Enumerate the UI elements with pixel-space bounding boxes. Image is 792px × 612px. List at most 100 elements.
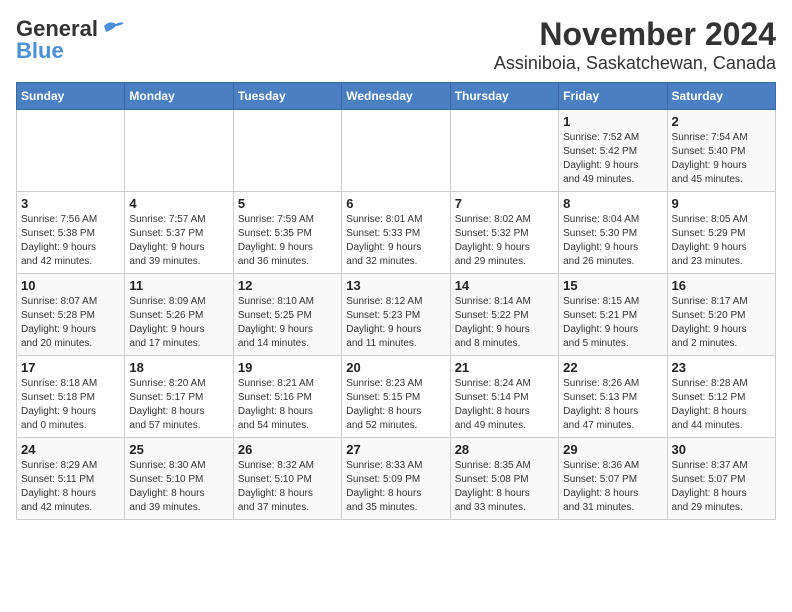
day-number: 6 xyxy=(346,196,445,211)
calendar-cell: 29Sunrise: 8:36 AM Sunset: 5:07 PM Dayli… xyxy=(559,438,667,520)
day-info: Sunrise: 8:09 AM Sunset: 5:26 PM Dayligh… xyxy=(129,295,228,351)
calendar-cell: 1Sunrise: 7:52 AM Sunset: 5:42 PM Daylig… xyxy=(559,110,667,192)
day-number: 16 xyxy=(672,278,771,293)
day-info: Sunrise: 8:01 AM Sunset: 5:33 PM Dayligh… xyxy=(346,213,445,269)
day-number: 25 xyxy=(129,442,228,457)
calendar-week-3: 10Sunrise: 8:07 AM Sunset: 5:28 PM Dayli… xyxy=(17,274,776,356)
day-number: 24 xyxy=(21,442,120,457)
page-title: November 2024 xyxy=(494,16,776,53)
weekday-header-sunday: Sunday xyxy=(17,83,125,110)
day-info: Sunrise: 8:30 AM Sunset: 5:10 PM Dayligh… xyxy=(129,459,228,515)
day-info: Sunrise: 8:33 AM Sunset: 5:09 PM Dayligh… xyxy=(346,459,445,515)
page-subtitle: Assiniboia, Saskatchewan, Canada xyxy=(494,53,776,74)
day-number: 8 xyxy=(563,196,662,211)
calendar-cell: 13Sunrise: 8:12 AM Sunset: 5:23 PM Dayli… xyxy=(342,274,450,356)
day-number: 9 xyxy=(672,196,771,211)
day-number: 12 xyxy=(238,278,337,293)
weekday-header-tuesday: Tuesday xyxy=(233,83,341,110)
day-number: 27 xyxy=(346,442,445,457)
day-info: Sunrise: 7:56 AM Sunset: 5:38 PM Dayligh… xyxy=(21,213,120,269)
calendar-week-4: 17 Sunrise: 8:18 AM Sunset: 5:18 PM Dayli… xyxy=(17,356,776,438)
logo-bird-icon xyxy=(102,18,124,36)
weekday-header-row: SundayMondayTuesdayWednesdayThursdayFrid… xyxy=(17,83,776,110)
calendar-cell: 24Sunrise: 8:29 AM Sunset: 5:11 PM Dayli… xyxy=(17,438,125,520)
day-info: Sunrise: 8:18 AM Sunset: 5:18 PM Dayligh… xyxy=(21,377,120,433)
day-info: Sunrise: 8:23 AM Sunset: 5:15 PM Dayligh… xyxy=(346,377,445,433)
day-info: Sunrise: 7:57 AM Sunset: 5:37 PM Dayligh… xyxy=(129,213,228,269)
day-number: 30 xyxy=(672,442,771,457)
day-number: 23 xyxy=(672,360,771,375)
calendar-cell: 16 Sunrise: 8:17 AM Sunset: 5:20 PM Dayli… xyxy=(667,274,775,356)
calendar-week-1: 1Sunrise: 7:52 AM Sunset: 5:42 PM Daylig… xyxy=(17,110,776,192)
calendar-cell: 19Sunrise: 8:21 AM Sunset: 5:16 PM Dayli… xyxy=(233,356,341,438)
calendar-cell: 22 Sunrise: 8:26 AM Sunset: 5:13 PM Dayli… xyxy=(559,356,667,438)
calendar-cell: 10Sunrise: 8:07 AM Sunset: 5:28 PM Dayli… xyxy=(17,274,125,356)
calendar-cell: 21Sunrise: 8:24 AM Sunset: 5:14 PM Dayli… xyxy=(450,356,558,438)
calendar-week-2: 3 Sunrise: 7:56 AM Sunset: 5:38 PM Daylig… xyxy=(17,192,776,274)
calendar-cell: 18Sunrise: 8:20 AM Sunset: 5:17 PM Dayli… xyxy=(125,356,233,438)
calendar-cell: 2 Sunrise: 7:54 AM Sunset: 5:40 PM Daylig… xyxy=(667,110,775,192)
day-number: 1 xyxy=(563,114,662,129)
day-number: 2 xyxy=(672,114,771,129)
calendar-cell xyxy=(17,110,125,192)
calendar-table: SundayMondayTuesdayWednesdayThursdayFrid… xyxy=(16,82,776,520)
weekday-header-thursday: Thursday xyxy=(450,83,558,110)
day-number: 21 xyxy=(455,360,554,375)
calendar-cell xyxy=(450,110,558,192)
logo: General Blue xyxy=(16,16,124,64)
day-number: 4 xyxy=(129,196,228,211)
calendar-cell: 30 Sunrise: 8:37 AM Sunset: 5:07 PM Dayli… xyxy=(667,438,775,520)
day-number: 15 xyxy=(563,278,662,293)
day-info: Sunrise: 8:14 AM Sunset: 5:22 PM Dayligh… xyxy=(455,295,554,351)
calendar-cell: 14 Sunrise: 8:14 AM Sunset: 5:22 PM Dayli… xyxy=(450,274,558,356)
calendar-cell: 15 Sunrise: 8:15 AM Sunset: 5:21 PM Dayli… xyxy=(559,274,667,356)
day-info: Sunrise: 8:26 AM Sunset: 5:13 PM Dayligh… xyxy=(563,377,662,433)
calendar-cell: 17 Sunrise: 8:18 AM Sunset: 5:18 PM Dayli… xyxy=(17,356,125,438)
calendar-cell: 11 Sunrise: 8:09 AM Sunset: 5:26 PM Dayli… xyxy=(125,274,233,356)
day-number: 19 xyxy=(238,360,337,375)
weekday-header-saturday: Saturday xyxy=(667,83,775,110)
page-header: General Blue November 2024 Assiniboia, S… xyxy=(16,16,776,74)
day-number: 7 xyxy=(455,196,554,211)
calendar-cell xyxy=(233,110,341,192)
day-info: Sunrise: 8:32 AM Sunset: 5:10 PM Dayligh… xyxy=(238,459,337,515)
calendar-cell: 8 Sunrise: 8:04 AM Sunset: 5:30 PM Daylig… xyxy=(559,192,667,274)
day-number: 26 xyxy=(238,442,337,457)
day-info: Sunrise: 8:10 AM Sunset: 5:25 PM Dayligh… xyxy=(238,295,337,351)
day-info: Sunrise: 8:04 AM Sunset: 5:30 PM Dayligh… xyxy=(563,213,662,269)
day-info: Sunrise: 8:28 AM Sunset: 5:12 PM Dayligh… xyxy=(672,377,771,433)
day-info: Sunrise: 8:36 AM Sunset: 5:07 PM Dayligh… xyxy=(563,459,662,515)
day-info: Sunrise: 8:17 AM Sunset: 5:20 PM Dayligh… xyxy=(672,295,771,351)
day-number: 22 xyxy=(563,360,662,375)
day-info: Sunrise: 8:02 AM Sunset: 5:32 PM Dayligh… xyxy=(455,213,554,269)
calendar-cell xyxy=(125,110,233,192)
day-number: 17 xyxy=(21,360,120,375)
calendar-cell: 12 Sunrise: 8:10 AM Sunset: 5:25 PM Dayli… xyxy=(233,274,341,356)
calendar-cell: 4 Sunrise: 7:57 AM Sunset: 5:37 PM Daylig… xyxy=(125,192,233,274)
day-number: 20 xyxy=(346,360,445,375)
calendar-cell: 9 Sunrise: 8:05 AM Sunset: 5:29 PM Daylig… xyxy=(667,192,775,274)
weekday-header-wednesday: Wednesday xyxy=(342,83,450,110)
logo-blue: Blue xyxy=(16,38,64,64)
day-number: 13 xyxy=(346,278,445,293)
calendar-cell: 7 Sunrise: 8:02 AM Sunset: 5:32 PM Daylig… xyxy=(450,192,558,274)
day-info: Sunrise: 8:07 AM Sunset: 5:28 PM Dayligh… xyxy=(21,295,120,351)
day-number: 11 xyxy=(129,278,228,293)
day-number: 3 xyxy=(21,196,120,211)
day-info: Sunrise: 8:15 AM Sunset: 5:21 PM Dayligh… xyxy=(563,295,662,351)
day-number: 14 xyxy=(455,278,554,293)
day-info: Sunrise: 7:54 AM Sunset: 5:40 PM Dayligh… xyxy=(672,131,771,187)
calendar-cell: 20 Sunrise: 8:23 AM Sunset: 5:15 PM Dayli… xyxy=(342,356,450,438)
weekday-header-friday: Friday xyxy=(559,83,667,110)
day-number: 5 xyxy=(238,196,337,211)
day-number: 28 xyxy=(455,442,554,457)
calendar-cell: 3 Sunrise: 7:56 AM Sunset: 5:38 PM Daylig… xyxy=(17,192,125,274)
calendar-cell: 26 Sunrise: 8:32 AM Sunset: 5:10 PM Dayli… xyxy=(233,438,341,520)
day-info: Sunrise: 8:35 AM Sunset: 5:08 PM Dayligh… xyxy=(455,459,554,515)
day-info: Sunrise: 8:37 AM Sunset: 5:07 PM Dayligh… xyxy=(672,459,771,515)
calendar-cell: 25 Sunrise: 8:30 AM Sunset: 5:10 PM Dayli… xyxy=(125,438,233,520)
calendar-cell: 23 Sunrise: 8:28 AM Sunset: 5:12 PM Dayli… xyxy=(667,356,775,438)
calendar-cell: 28 Sunrise: 8:35 AM Sunset: 5:08 PM Dayli… xyxy=(450,438,558,520)
weekday-header-monday: Monday xyxy=(125,83,233,110)
day-info: Sunrise: 8:05 AM Sunset: 5:29 PM Dayligh… xyxy=(672,213,771,269)
